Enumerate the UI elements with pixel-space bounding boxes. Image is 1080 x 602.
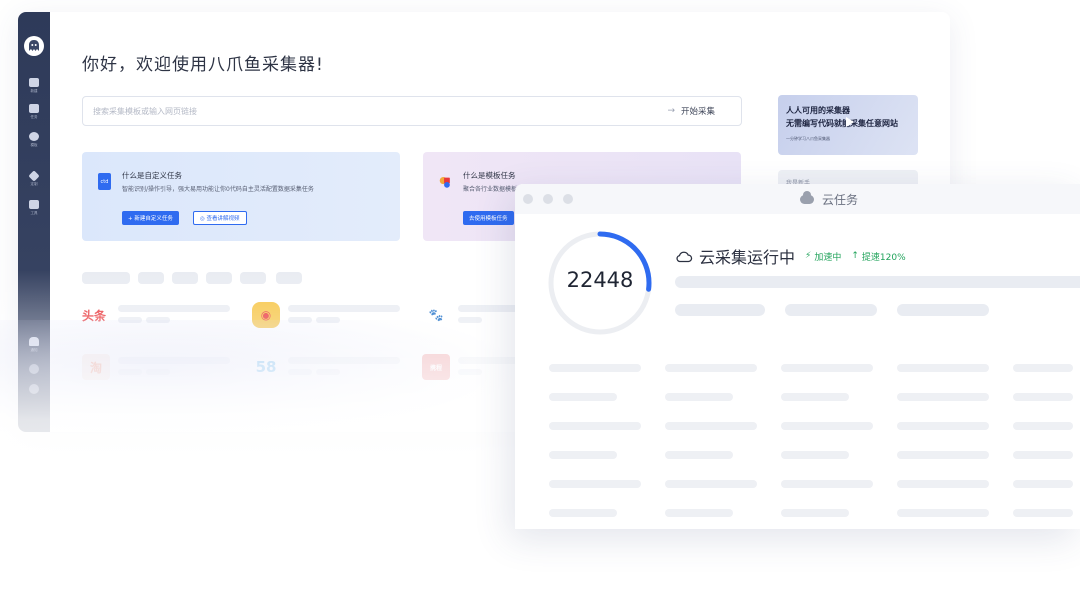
status-text: 云采集运行中 (699, 248, 796, 267)
promo-video-banner[interactable]: 人人可用的采集器 无需编写代码就能采集任意网站 一分钟学习八爪鱼采集器 (778, 95, 918, 155)
skeleton-cell (549, 393, 617, 401)
window-maximize-button[interactable] (563, 194, 573, 204)
play-icon[interactable] (846, 117, 854, 127)
window-minimize-button[interactable] (543, 194, 553, 204)
arrow-right-icon: → (667, 106, 675, 116)
skeleton-cell (781, 364, 873, 372)
sidebar-item-new[interactable]: 新建 (22, 78, 46, 100)
start-collect-button[interactable]: → 开始采集 (667, 105, 715, 117)
card-title: 什么是自定义任务 (122, 171, 182, 180)
badge-text: 提速120% (861, 252, 906, 263)
skeleton-cell (665, 509, 733, 517)
sidebar-item-label: 工具 (30, 211, 38, 215)
skeleton-cell (897, 451, 989, 459)
skeleton-cell (897, 393, 989, 401)
skeleton-cell (1013, 451, 1073, 459)
skeleton-cell (549, 509, 617, 517)
arrow-up-icon: ↑ (851, 251, 859, 261)
search-placeholder: 搜索采集模板或输入网页链接 (93, 107, 197, 116)
skeleton-cell (781, 451, 849, 459)
gear-icon (29, 132, 39, 141)
window-title-text: 云任务 (822, 193, 859, 207)
sidebar-item-label: 模板 (30, 143, 38, 147)
diamond-icon (28, 170, 40, 182)
skeleton-cell (1013, 364, 1073, 372)
window-titlebar: 云任务 (515, 184, 1080, 214)
skeleton-cell (781, 509, 849, 517)
skeleton-cell (549, 422, 641, 430)
custom-task-card: ctd 什么是自定义任务 智能识别/操作引导，强大易用功能让你0代码自主灵活配置… (82, 152, 400, 241)
start-collect-label: 开始采集 (680, 107, 715, 117)
skeleton-cell (1013, 393, 1073, 401)
bookmark-icon (29, 104, 39, 113)
promo-caption: 一分钟学习八爪鱼采集器 (786, 136, 830, 141)
cloud-task-window: 云任务 22448 云采集运行中 ⚡ 加速中 ↑ 提速120% (515, 184, 1080, 529)
skeleton-cell (897, 480, 989, 488)
skeleton-cell (665, 393, 733, 401)
skeleton-cell (897, 509, 989, 517)
task-count: 22448 (566, 268, 634, 292)
cloud-outline-icon (676, 251, 693, 263)
skeleton-cell (665, 364, 757, 372)
skeleton-line (897, 304, 989, 316)
skeleton-cell (665, 480, 757, 488)
skeleton-cell (549, 451, 617, 459)
sidebar-item-custom[interactable]: 定制 (22, 170, 46, 194)
skeleton-cell (1013, 422, 1073, 430)
skeleton-line (785, 304, 877, 316)
search-input[interactable]: 搜索采集模板或输入网页链接 → 开始采集 (82, 96, 742, 126)
octopus-logo-icon[interactable] (24, 36, 44, 56)
template-shapes-icon (439, 173, 452, 190)
skeleton-cell (549, 480, 641, 488)
sidebar-item-tasks[interactable]: 任务 (22, 104, 46, 126)
skeleton-cell (1013, 509, 1073, 517)
sidebar-item-tools[interactable]: 工具 (22, 200, 46, 222)
skeleton-cell (665, 422, 757, 430)
lightning-icon: ⚡ (805, 251, 812, 261)
skeleton-cell (549, 364, 641, 372)
badge-text: 加速中 (814, 252, 842, 263)
skeleton-cell (781, 480, 873, 488)
skeleton-line (675, 304, 765, 316)
status-badge-speedup: ↑ 提速120% (851, 250, 905, 263)
run-status: 云采集运行中 ⚡ 加速中 ↑ 提速120% (675, 244, 906, 268)
sidebar-item-label: 新建 (30, 89, 38, 93)
card-description: 聚合各行业数据模板 (463, 186, 518, 193)
document-icon: ctd (98, 173, 111, 190)
skeleton-cell (781, 393, 849, 401)
skeleton-line (675, 276, 1080, 288)
cloud-icon (800, 191, 814, 204)
use-template-button[interactable]: 去使用模板任务 (463, 211, 514, 225)
skeleton-cell (781, 422, 873, 430)
promo-title: 人人可用的采集器 (786, 106, 850, 115)
card-title: 什么是模板任务 (463, 171, 516, 180)
skeleton-cell (665, 451, 733, 459)
status-badge-accelerating: ⚡ 加速中 (805, 250, 841, 263)
promo-subtitle: 无需编写代码就能采集任意网站 (786, 119, 898, 128)
card-description: 智能识别/操作引导，强大易用功能让你0代码自主灵活配置数据采集任务 (122, 186, 314, 193)
window-title: 云任务 (800, 191, 858, 208)
toolbox-icon (29, 200, 39, 209)
sidebar-item-label: 任务 (30, 115, 38, 119)
sidebar-item-templates[interactable]: 模板 (22, 132, 46, 154)
page-title: 你好，欢迎使用八爪鱼采集器! (82, 55, 324, 75)
new-custom-task-button[interactable]: + 新建自定义任务 (122, 211, 179, 225)
skeleton-cell (897, 364, 989, 372)
skeleton-cell (897, 422, 989, 430)
plus-square-icon (29, 78, 39, 87)
watch-video-button[interactable]: ◎ 查看讲解视频 (193, 211, 247, 225)
skeleton-cell (1013, 480, 1073, 488)
sidebar-item-label: 定制 (30, 182, 38, 186)
window-close-button[interactable] (523, 194, 533, 204)
